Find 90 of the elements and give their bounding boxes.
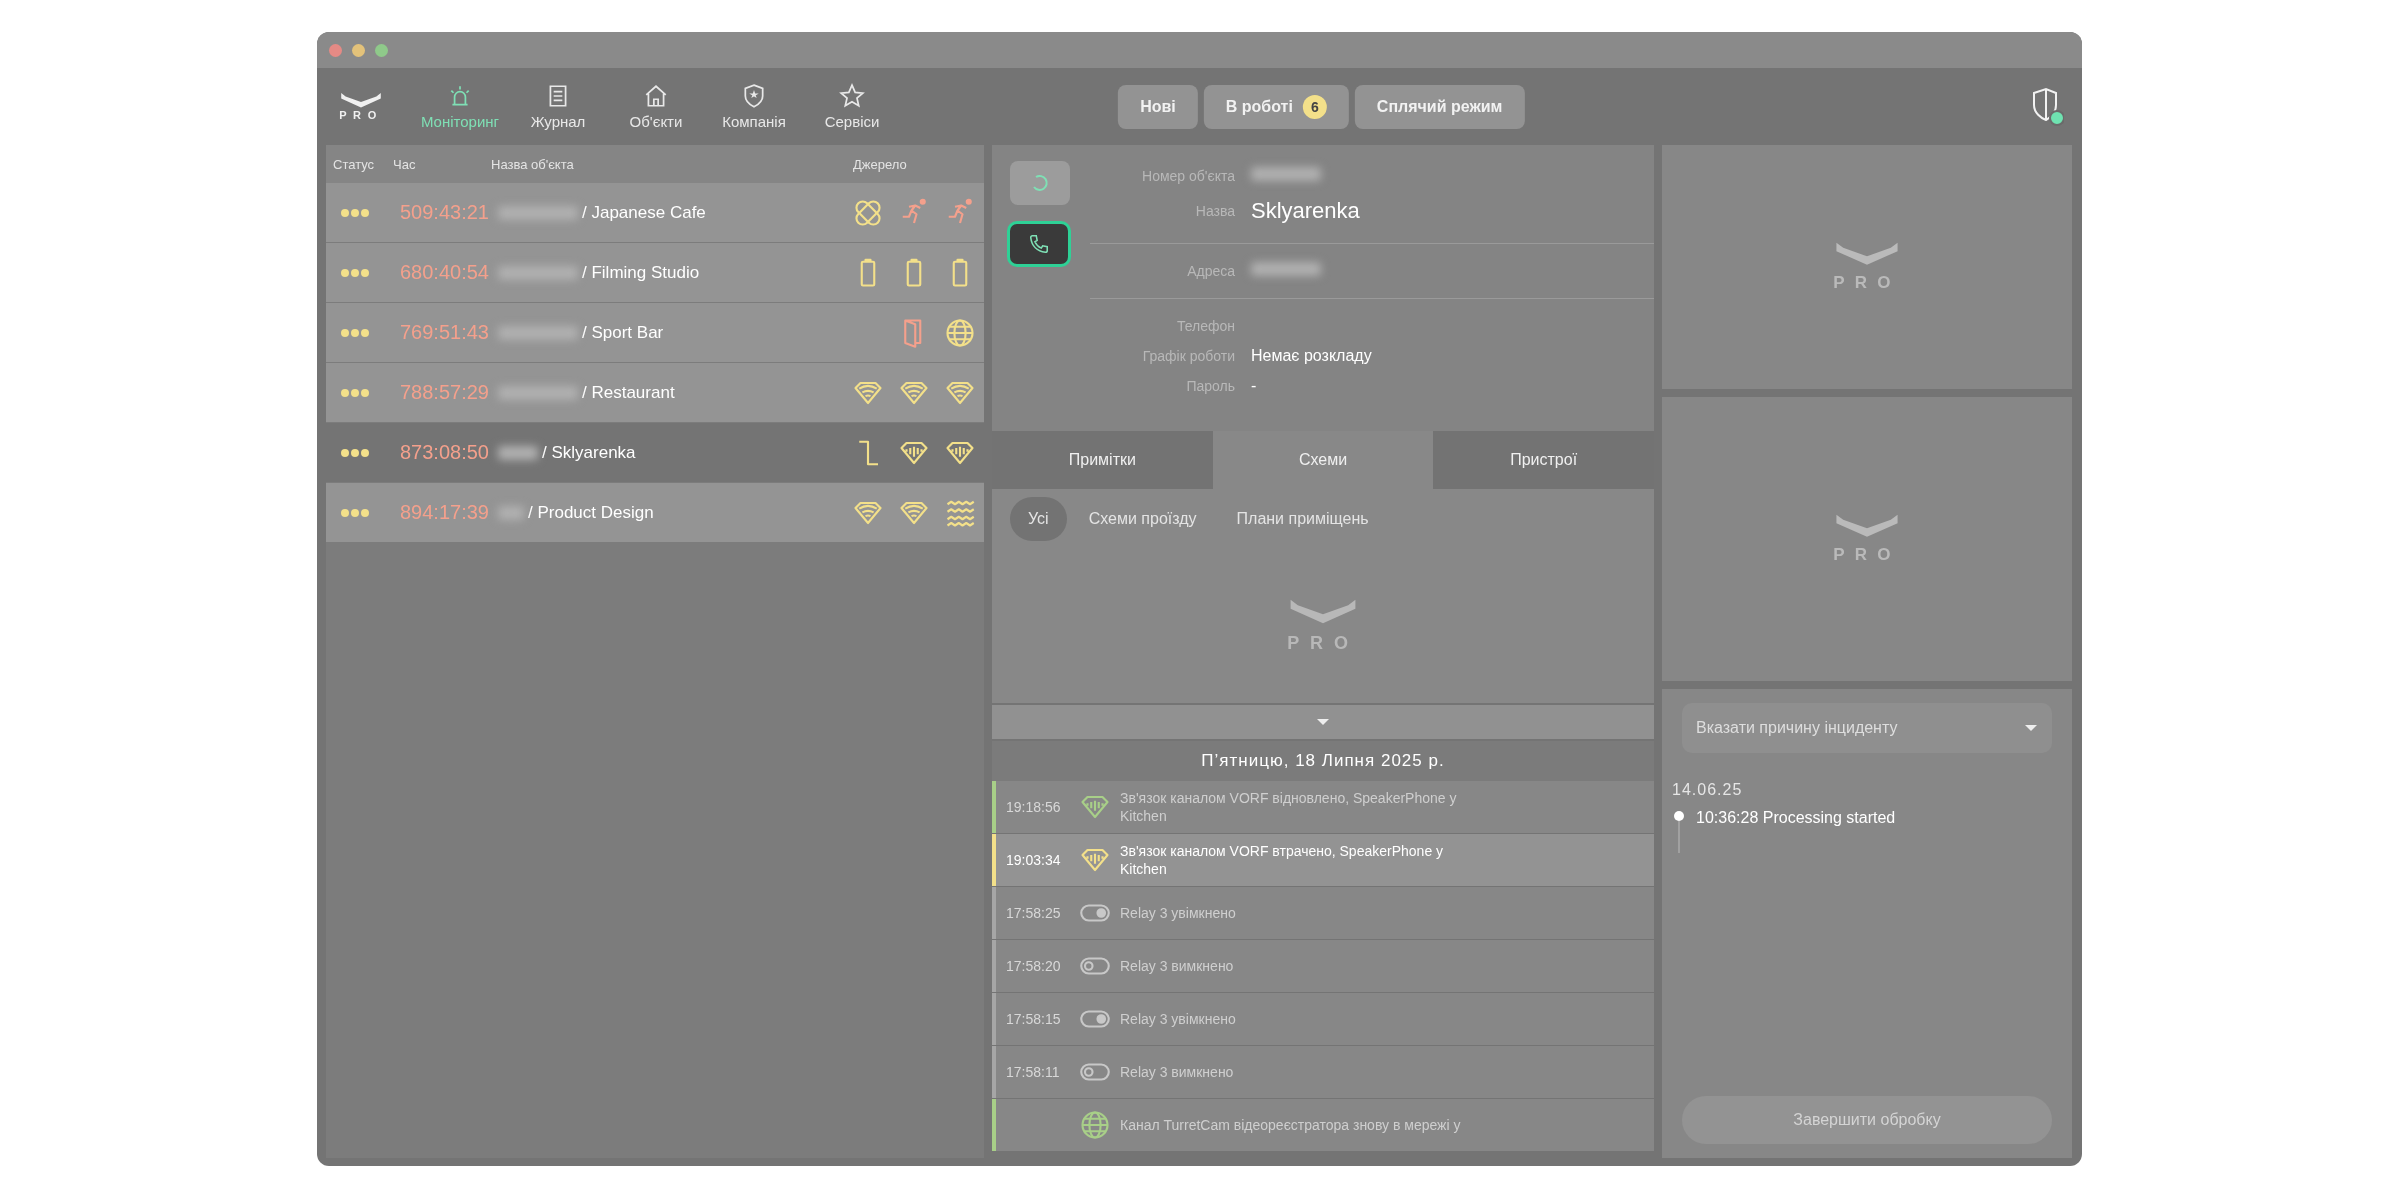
shield-status-icon[interactable] xyxy=(2030,86,2064,127)
event-row[interactable]: 17:58:11 Relay 3 вимкнено xyxy=(992,1046,1654,1098)
elapsed-time: 788:57:29 xyxy=(400,381,490,404)
mode-button[interactable]: В роботі 6 xyxy=(1203,84,1349,129)
date-header: П’ятницю, 18 Липня 2025 р. xyxy=(992,741,1654,781)
event-text: Relay 3 вимкнено xyxy=(1120,1063,1235,1082)
blurred-value xyxy=(1251,262,1321,276)
logo-icon xyxy=(339,91,383,110)
nav-tab[interactable]: Моніторинг xyxy=(411,83,509,130)
tab[interactable]: Схеми xyxy=(1212,431,1434,489)
log-date: 14.06.25 xyxy=(1672,781,1744,799)
column-header: Статус xyxy=(333,156,376,172)
event-row[interactable]: 19:18:56 Зв'язок каналом VORF відновлено, SpeakerPhone у Kitchen xyxy=(992,781,1654,833)
event-row[interactable]: 17:58:20 Relay 3 вимкнено xyxy=(992,940,1654,992)
status-dots-icon xyxy=(340,387,370,398)
event-row[interactable]: 17:58:25 Relay 3 увімкнено xyxy=(992,887,1654,939)
status-dots-icon xyxy=(340,327,370,338)
field-value: Немає розкладу xyxy=(1251,347,1373,365)
star-icon xyxy=(839,83,865,109)
event-row[interactable]: Канал TurretCam відеореєстратора знову в мережі у xyxy=(992,1099,1654,1151)
event-time: 17:58:11 xyxy=(1006,1064,1061,1080)
elapsed-time: 509:43:21 xyxy=(400,201,490,224)
filter-chip[interactable]: Плани приміщень xyxy=(1218,497,1387,541)
minimize-button[interactable] xyxy=(352,43,365,57)
blurred-number xyxy=(498,445,538,460)
call-button[interactable] xyxy=(1007,221,1071,267)
event-time: 17:58:15 xyxy=(1006,1011,1062,1027)
close-button[interactable] xyxy=(329,43,342,57)
elapsed-time: 769:51:43 xyxy=(400,321,490,344)
timeline-marker-icon xyxy=(1672,809,1686,853)
incident-row[interactable]: 769:51:43 / Sport Bar xyxy=(326,303,984,362)
status-dots-icon xyxy=(340,447,370,458)
filter-chip[interactable]: Усі xyxy=(1010,497,1067,541)
globe-icon xyxy=(1080,1110,1110,1140)
nav-tab[interactable]: Сервіси xyxy=(803,83,901,130)
status-dots-icon xyxy=(340,507,370,518)
mode-button[interactable]: Нові xyxy=(1118,84,1198,129)
refresh-button[interactable] xyxy=(1010,161,1070,205)
incident-row[interactable]: 509:43:21 / Japanese Cafe xyxy=(326,183,984,242)
nav-tab[interactable]: Об'єкти xyxy=(607,83,705,130)
caret-icon xyxy=(1316,718,1330,726)
field-value: Sklyarenka xyxy=(1251,198,1361,224)
status-dots-icon xyxy=(340,267,370,278)
nav-tab[interactable]: Журнал xyxy=(509,83,607,130)
event-time: 19:18:56 xyxy=(1006,799,1062,815)
event-time: 19:03:34 xyxy=(1006,852,1062,868)
reason-dropdown[interactable]: Вказати причину інциденту xyxy=(1682,703,2052,753)
incident-row[interactable]: 873:08:50 / Sklyarenka xyxy=(326,423,984,482)
filter-chip[interactable]: Схеми проїзду xyxy=(1070,497,1215,541)
column-header: Джерело xyxy=(853,156,908,172)
status-dots-icon xyxy=(340,207,370,218)
object-name: / Japanese Cafe xyxy=(582,202,706,223)
event-time: 17:58:20 xyxy=(1006,958,1062,974)
phone-icon xyxy=(1028,233,1050,255)
event-text: Relay 3 увімкнено xyxy=(1120,904,1237,923)
object-name: / Restaurant xyxy=(582,382,675,403)
zoom-button[interactable] xyxy=(375,43,388,57)
object-name: / Product Design xyxy=(528,502,654,523)
elapsed-time: 873:08:50 xyxy=(400,441,490,464)
column-header: Назва об'єкта xyxy=(491,156,575,172)
event-text: Зв'язок каналом VORF втрачено, SpeakerPhone у Kitchen xyxy=(1120,842,1445,879)
event-row[interactable]: 19:03:34 Зв'язок каналом VORF втрачено, SpeakerPhone у Kitchen xyxy=(992,834,1654,886)
count-badge: 6 xyxy=(1302,94,1327,119)
caret-icon xyxy=(2024,724,2038,732)
nav-tab[interactable]: Компанія xyxy=(705,83,803,130)
elapsed-time: 680:40:54 xyxy=(400,261,490,284)
event-text: Зв'язок каналом VORF відновлено, SpeakerPhone у Kitchen xyxy=(1120,789,1458,826)
event-text: Relay 3 вимкнено xyxy=(1120,957,1235,976)
expand-button[interactable] xyxy=(992,705,1654,739)
blurred-value xyxy=(1251,167,1321,181)
event-row[interactable]: 17:58:15 Relay 3 увімкнено xyxy=(992,993,1654,1045)
shield-icon xyxy=(741,83,767,109)
event-text: Канал TurretCam відеореєстратора знову в мережі у xyxy=(1120,1116,1462,1135)
incident-row[interactable]: 788:57:29 / Restaurant xyxy=(326,363,984,422)
object-name: / Filming Studio xyxy=(582,262,700,283)
object-name: / Sklyarenka xyxy=(542,442,636,463)
elapsed-time: 894:17:39 xyxy=(400,501,490,524)
log-entry: 10:36:28 Processing started xyxy=(1696,809,1896,827)
refresh-icon xyxy=(1030,173,1050,193)
object-name: / Sport Bar xyxy=(582,322,664,343)
house-icon xyxy=(643,83,669,109)
event-time: 17:58:25 xyxy=(1006,905,1062,921)
event-text: Relay 3 увімкнено xyxy=(1120,1010,1237,1029)
column-header: Час xyxy=(393,156,417,172)
blurred-number xyxy=(498,505,524,520)
incident-row[interactable]: 894:17:39 / Product Design xyxy=(326,483,984,542)
incident-row[interactable]: 680:40:54 / Filming Studio xyxy=(326,243,984,302)
logo-text: PRO xyxy=(339,109,383,122)
field-value: - xyxy=(1251,377,1258,395)
mode-button[interactable]: Сплячий режим xyxy=(1354,84,1525,129)
